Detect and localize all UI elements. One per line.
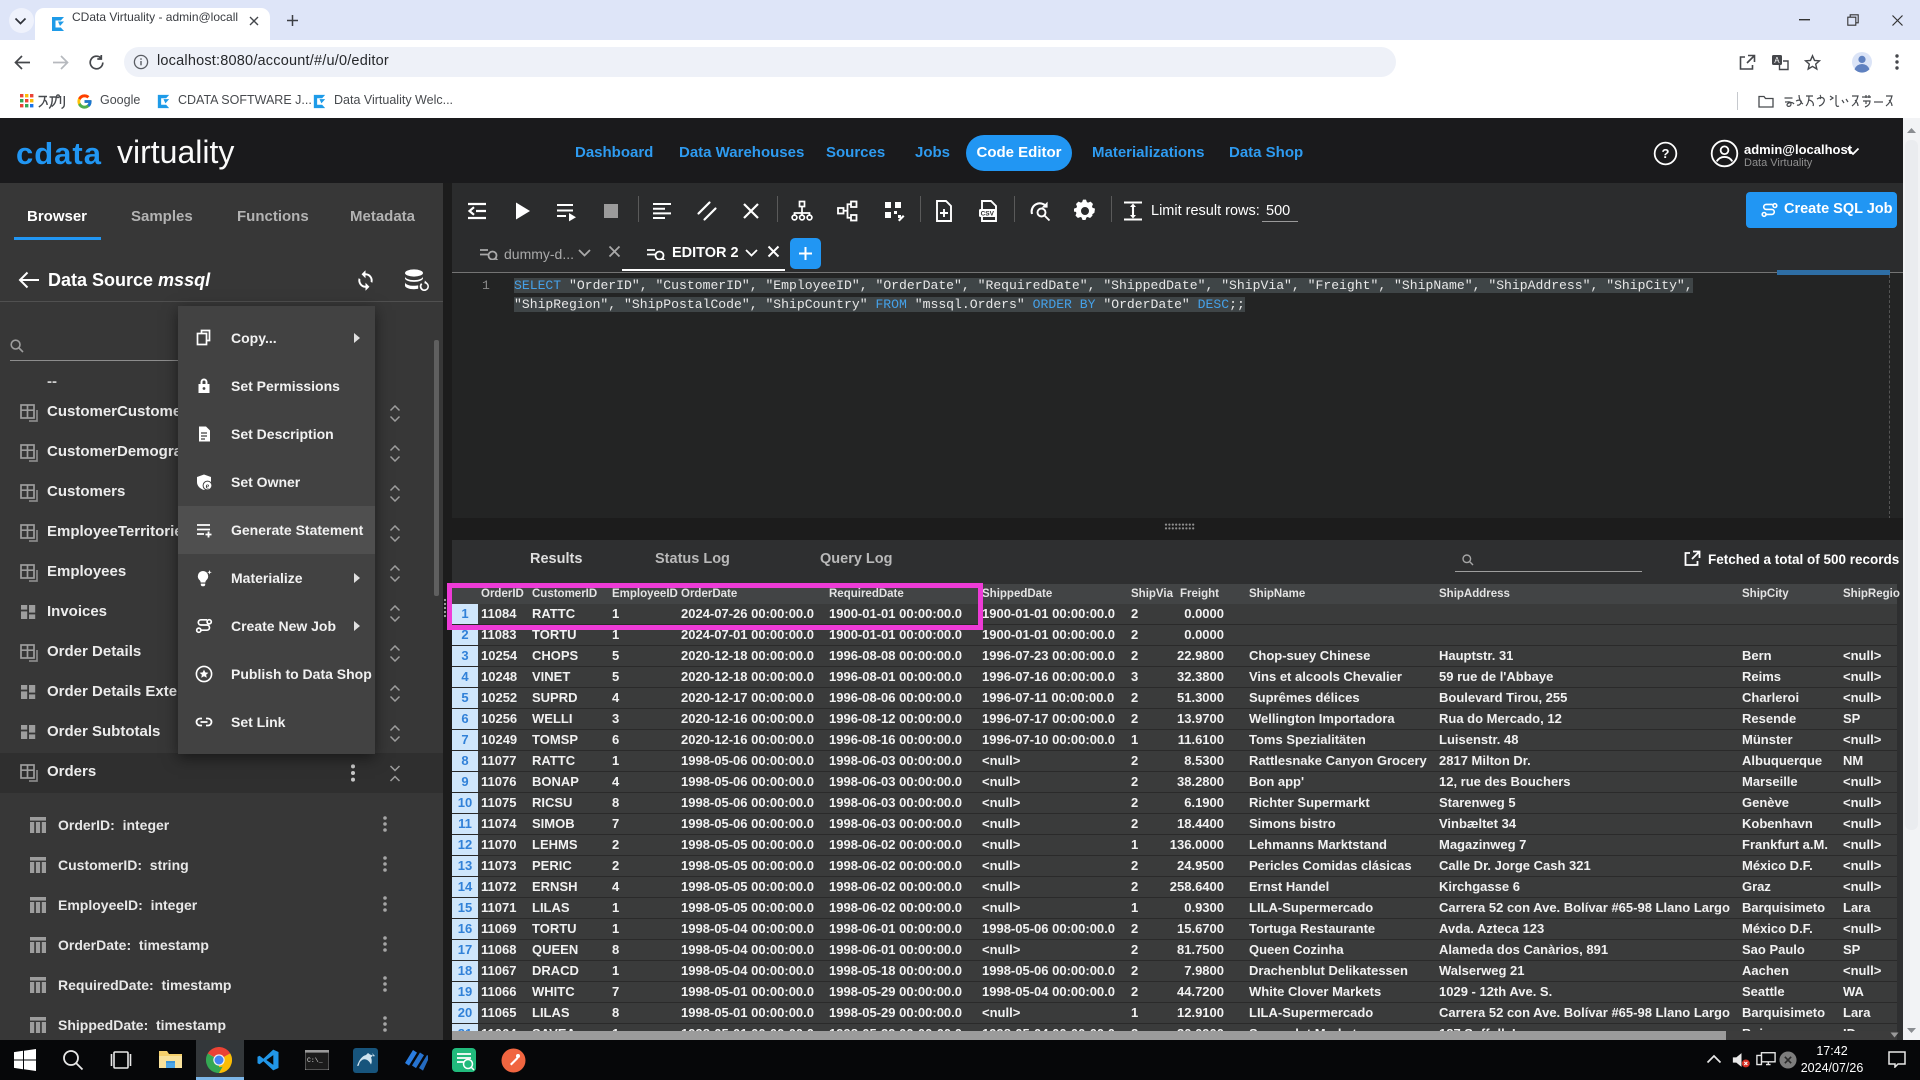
svg-text:CSV: CSV [981,210,995,217]
svg-text:C:\_: C:\_ [307,1057,323,1064]
svg-text:e: e [206,482,210,491]
svg-text:A: A [1774,56,1780,65]
svg-text:?: ? [1662,146,1670,161]
